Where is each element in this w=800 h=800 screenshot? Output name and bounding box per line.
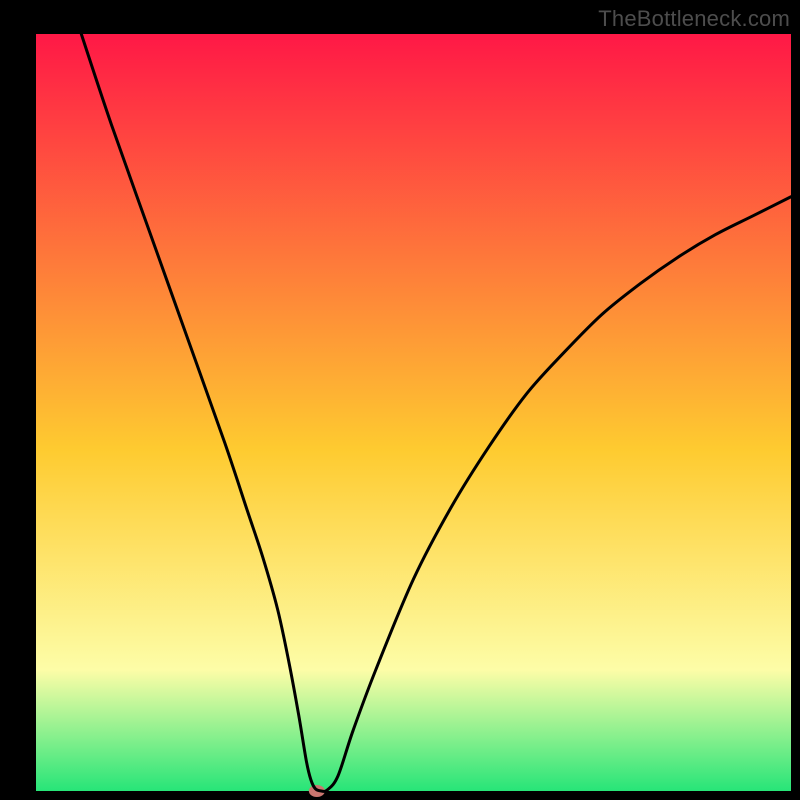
plot-background — [36, 34, 791, 791]
chart-canvas — [0, 0, 800, 800]
chart-frame: TheBottleneck.com — [0, 0, 800, 800]
watermark-text: TheBottleneck.com — [598, 6, 790, 32]
